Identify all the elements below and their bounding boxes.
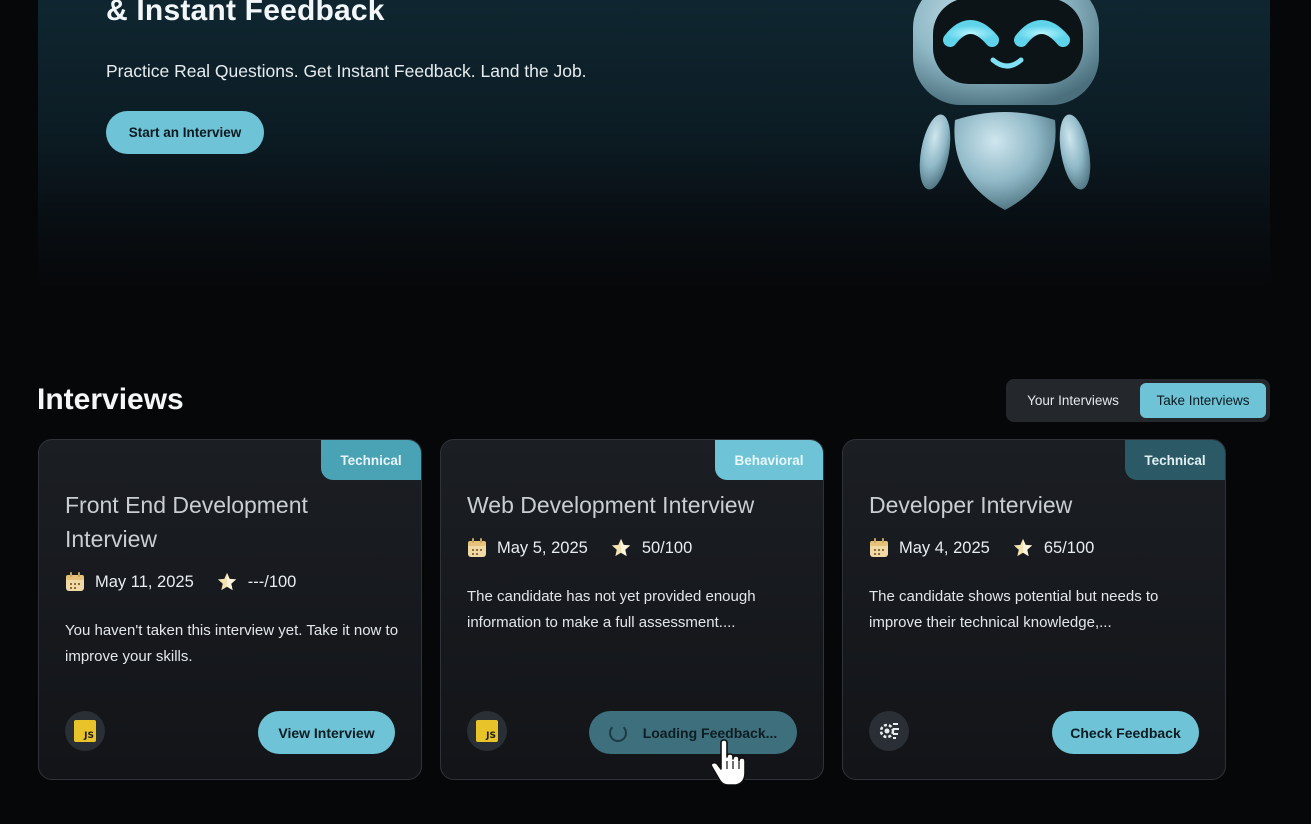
check-feedback-button[interactable]: Check Feedback: [1052, 711, 1199, 754]
interview-meta: May 5, 2025 50/100: [467, 537, 692, 559]
tab-take-interviews[interactable]: Take Interviews: [1140, 383, 1266, 418]
star-icon: [1013, 538, 1032, 557]
interviews-toggle: Your Interviews Take Interviews: [1006, 379, 1270, 422]
calendar-icon: [468, 538, 486, 557]
interview-type-badge: Behavioral: [715, 440, 823, 480]
interviews-heading: Interviews: [37, 383, 184, 416]
interview-type-badge: Technical: [321, 440, 421, 480]
calendar-icon: [66, 572, 84, 591]
start-interview-button[interactable]: Start an Interview: [106, 111, 264, 154]
interview-card: Technical Developer Interview May 4, 202…: [842, 439, 1226, 780]
loading-feedback-button[interactable]: Loading Feedback...: [589, 711, 797, 754]
interview-score: ---/100: [247, 572, 297, 591]
hero-subtitle: Practice Real Questions. Get Instant Fee…: [106, 61, 587, 81]
view-interview-button[interactable]: View Interview: [258, 711, 395, 754]
spinner-icon: [608, 723, 627, 742]
interview-description: You haven't taken this interview yet. Ta…: [65, 622, 399, 665]
star-icon: [611, 538, 630, 557]
interview-date: May 4, 2025: [899, 538, 990, 557]
loading-feedback-label: Loading Feedback...: [642, 724, 778, 741]
interview-date: May 11, 2025: [95, 572, 194, 591]
interview-meta: May 11, 2025 ---/100: [65, 571, 296, 593]
robot-mascot-image: [913, 0, 1099, 210]
interview-title: Front End Development Interview: [65, 492, 308, 552]
interview-score: 65/100: [1043, 538, 1095, 557]
javascript-icon: JS: [65, 711, 105, 751]
javascript-icon: JS: [467, 711, 507, 751]
interview-description: The candidate shows potential but needs …: [869, 588, 1159, 631]
interview-meta: May 4, 2025 65/100: [869, 537, 1094, 559]
interview-card: Technical Front End Development Intervie…: [38, 439, 422, 780]
gear-code-icon: [869, 711, 909, 751]
interview-title: Developer Interview: [869, 492, 1073, 518]
interview-score: 50/100: [641, 538, 693, 557]
interview-title: Web Development Interview: [467, 492, 755, 518]
interview-type-badge: Technical: [1125, 440, 1225, 480]
interview-card: Behavioral Web Development Interview May…: [440, 439, 824, 780]
hero-title: & Instant Feedback: [106, 0, 385, 27]
page: & Instant Feedback Practice Real Questio…: [0, 0, 1311, 824]
hand-cursor-icon: [712, 739, 746, 785]
tab-your-interviews[interactable]: Your Interviews: [1010, 383, 1136, 418]
calendar-icon: [870, 538, 888, 557]
interview-date: May 5, 2025: [497, 538, 588, 557]
interview-description: The candidate has not yet provided enoug…: [467, 588, 756, 631]
star-icon: [217, 572, 236, 591]
